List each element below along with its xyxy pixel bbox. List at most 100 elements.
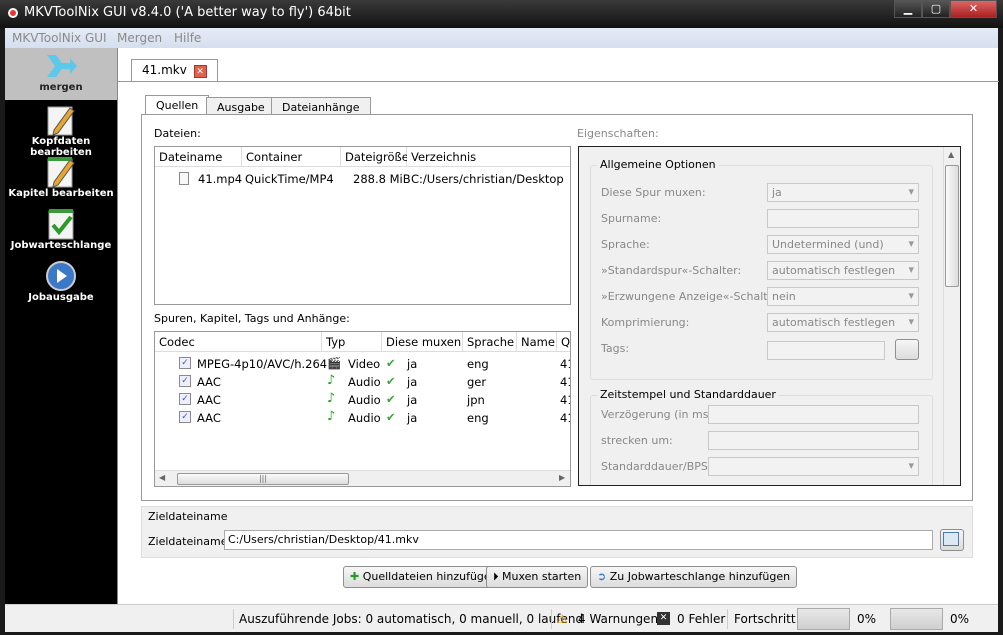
track-mux: ja xyxy=(407,375,418,389)
column-header[interactable]: Codec xyxy=(155,332,322,352)
browse-output-button[interactable] xyxy=(940,529,964,551)
field-label: »Standardspur«-Schalter: xyxy=(601,264,742,277)
track-language: eng xyxy=(467,357,489,371)
field-select[interactable]: ja xyxy=(767,183,919,202)
add-to-queue-button[interactable]: ➲ Zu Jobwarteschlange hinzufügen xyxy=(590,566,798,588)
sidebar-item-kapitel[interactable]: Kapitel bearbeiten xyxy=(5,154,117,206)
table-row[interactable]: ✓ AAC ♪ Audio ✔ ja jpn 41 xyxy=(155,390,570,408)
browse-tags-button[interactable] xyxy=(895,339,919,360)
check-icon: ✔ xyxy=(386,392,396,406)
jobs-status: Auszuführende Jobs: 0 automatisch, 0 man… xyxy=(239,612,584,626)
close-tab-icon[interactable]: ✕ xyxy=(193,65,207,78)
minimize-button[interactable]: ▁ xyxy=(894,0,922,18)
column-header[interactable]: Typ xyxy=(322,332,382,352)
scrollbar-thumb[interactable]: ||| xyxy=(177,473,349,485)
field-select[interactable] xyxy=(708,457,919,476)
sidebar-item-label: Jobwarteschlange xyxy=(10,240,112,251)
track-name: 41 xyxy=(560,393,570,407)
button-label: Zu Jobwarteschlange hinzufügen xyxy=(609,570,791,583)
table-row[interactable]: ✓ AAC ♪ Audio ✔ ja ger 41 xyxy=(155,372,570,390)
sidebar-item-jobwarteschlange[interactable]: Jobwarteschlange xyxy=(5,206,117,258)
sources-panel: Dateien: Dateiname Container Dateigröße … xyxy=(141,114,973,501)
menu-mkvtoolnix[interactable]: MKVToolNix GUI xyxy=(12,31,107,45)
sidebar-item-label: Kapitel bearbeiten xyxy=(8,188,114,199)
column-header[interactable]: Sprache xyxy=(463,332,517,352)
track-checkbox[interactable]: ✓ xyxy=(179,411,191,423)
track-type: Audio xyxy=(348,375,381,389)
field-select[interactable]: nein xyxy=(767,287,919,306)
column-header[interactable]: Name xyxy=(517,332,557,352)
video-icon: 🎬 xyxy=(327,356,342,370)
track-type: Audio xyxy=(348,393,381,407)
track-codec: MPEG-4p10/AVC/h.264 xyxy=(197,357,328,371)
column-header[interactable]: Dateiname xyxy=(155,147,242,167)
field-input[interactable] xyxy=(708,431,919,450)
menu-hilfe[interactable]: Hilfe xyxy=(174,31,201,45)
tracks-label: Spuren, Kapitel, Tags und Anhänge: xyxy=(154,312,350,325)
scrollbar-thumb[interactable] xyxy=(945,165,959,287)
total-progress-bar xyxy=(890,608,943,630)
audio-icon: ♪ xyxy=(327,373,336,388)
table-row[interactable]: ✓ MPEG-4p10/AVC/h.264🎬 Video ✔ ja eng 41 xyxy=(155,354,570,372)
menu-mergen[interactable]: Mergen xyxy=(117,31,162,45)
column-header[interactable]: Q xyxy=(557,332,570,352)
track-checkbox[interactable]: ✓ xyxy=(179,357,191,369)
table-row[interactable]: ✓ AAC ♪ Audio ✔ ja eng 41 xyxy=(155,408,570,426)
tab-dateianhaenge[interactable]: Dateianhänge xyxy=(271,97,371,115)
maximize-button[interactable]: ▢ xyxy=(922,0,950,18)
column-header[interactable]: Verzeichnis xyxy=(407,147,570,167)
field-select[interactable]: automatisch festlegen xyxy=(767,313,919,332)
group-title: Zeitstempel und Standarddauer xyxy=(597,388,779,401)
menu-bar: MKVToolNix GUI Mergen Hilfe xyxy=(5,28,998,48)
vertical-scrollbar[interactable]: ▲ xyxy=(943,147,960,485)
field-input[interactable] xyxy=(767,209,919,228)
tab-ausgabe[interactable]: Ausgabe xyxy=(206,97,276,115)
error-icon[interactable]: ✕ xyxy=(657,612,670,625)
horizontal-scrollbar[interactable]: ◀ ||| ▶ xyxy=(155,470,570,486)
start-muxing-button[interactable]: ⏵ Muxen starten xyxy=(486,566,589,588)
scroll-up-icon[interactable]: ▲ xyxy=(948,150,954,159)
field-input[interactable] xyxy=(708,405,919,424)
divider xyxy=(233,609,234,629)
track-name: 41 xyxy=(560,357,570,371)
tags-input[interactable] xyxy=(767,341,885,360)
add-source-files-button[interactable]: ✚ Quelldateien hinzufügen xyxy=(343,566,505,588)
track-codec: AAC xyxy=(197,375,221,389)
output-filename-input[interactable]: C:/Users/christian/Desktop/41.mkv xyxy=(224,530,933,550)
track-checkbox[interactable]: ✓ xyxy=(179,393,191,405)
group-title: Zieldateiname xyxy=(148,510,228,523)
column-header[interactable]: Diese muxen xyxy=(382,332,463,352)
close-button[interactable]: ✕ xyxy=(950,0,997,18)
field-select[interactable]: automatisch festlegen xyxy=(767,261,919,280)
warning-icon[interactable]: ⚠ xyxy=(557,612,568,626)
table-row[interactable]: 41.mp4 QuickTime/MP4 288.8 MiB C:/Users/… xyxy=(155,169,570,187)
properties-panel: Allgemeine Optionen Diese Spur muxen: ja S… xyxy=(578,146,961,486)
track-language: jpn xyxy=(467,393,485,407)
field-select[interactable]: Undetermined (und) xyxy=(767,235,919,254)
column-header[interactable]: Dateigröße xyxy=(341,147,409,167)
tab-quellen[interactable]: Quellen xyxy=(145,95,210,115)
status-bar: Auszuführende Jobs: 0 automatisch, 0 man… xyxy=(5,604,998,632)
errors-count[interactable]: 0 Fehler xyxy=(677,612,725,626)
sidebar-item-mergen[interactable]: mergen xyxy=(5,48,117,100)
field-label: strecken um: xyxy=(601,434,673,447)
play-icon: ⏵ xyxy=(493,570,499,583)
scroll-left-icon[interactable]: ◀ xyxy=(159,473,165,482)
warnings-count[interactable]: 4 Warnungen xyxy=(578,612,658,626)
file-icon xyxy=(179,172,189,185)
check-icon: ✔ xyxy=(386,356,396,370)
files-table[interactable]: Dateiname Container Dateigröße Verzeichn… xyxy=(154,146,571,305)
title-bar: MKVToolNix GUI v8.4.0 ('A better way to … xyxy=(0,0,1003,28)
track-name: 41 xyxy=(560,411,570,425)
scroll-right-icon[interactable]: ▶ xyxy=(559,473,565,482)
column-header[interactable]: Container xyxy=(242,147,341,167)
sidebar-item-jobausgabe[interactable]: Jobausgabe xyxy=(5,258,117,310)
sidebar-item-kopfdaten[interactable]: Kopfdaten bearbeiten xyxy=(5,102,117,158)
sidebar: mergen Kopfdaten bearbeiten Kapitel bear… xyxy=(5,48,117,604)
file-directory: C:/Users/christian/Desktop xyxy=(411,172,564,186)
track-language: eng xyxy=(467,411,489,425)
tab-41-mkv[interactable]: 41.mkv ✕ xyxy=(131,59,218,82)
tracks-table[interactable]: Codec Typ Diese muxen Sprache Name Q ✓ M… xyxy=(154,331,571,487)
field-label: Komprimierung: xyxy=(601,316,690,329)
track-checkbox[interactable]: ✓ xyxy=(179,375,191,387)
